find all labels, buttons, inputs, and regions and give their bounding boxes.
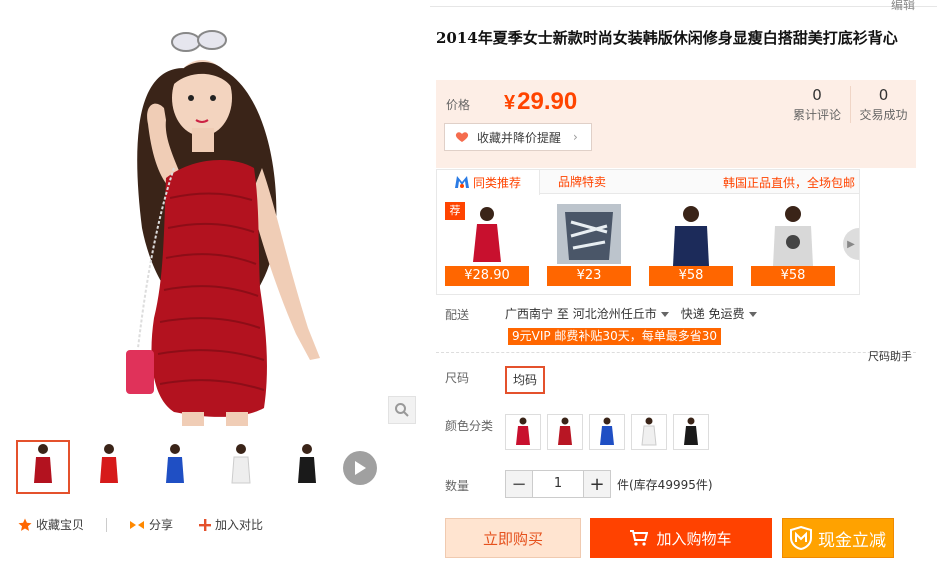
- recommend-item[interactable]: 荐 ¥28.90: [445, 202, 529, 286]
- zoom-button[interactable]: [388, 396, 416, 424]
- quantity-input[interactable]: 1: [533, 470, 583, 498]
- gallery-actions: 收藏宝贝 分享 加入对比: [18, 516, 263, 533]
- tab-brand-sale[interactable]: 品牌特卖: [540, 170, 624, 194]
- stock-info: 件(库存49995件): [617, 477, 713, 492]
- thumbnail-strip: [16, 440, 334, 494]
- share-link[interactable]: 分享: [129, 516, 173, 533]
- tab-similar[interactable]: 同类推荐: [437, 169, 541, 195]
- cart-icon: [630, 530, 649, 546]
- thumbnail-red-2[interactable]: [82, 440, 136, 494]
- delivery-label: 配送: [445, 308, 470, 322]
- mall-logo-icon: [455, 176, 469, 188]
- color-label: 颜色分类: [445, 419, 494, 433]
- caret-down-icon: [660, 312, 669, 317]
- buy-now-button[interactable]: 立即购买: [445, 518, 581, 558]
- shield-m-icon: [790, 526, 812, 550]
- favorite-item-link[interactable]: 收藏宝贝: [18, 516, 84, 533]
- thumbnail-red[interactable]: [16, 440, 70, 494]
- star-icon: [18, 518, 32, 531]
- recommend-price: ¥58: [751, 266, 835, 286]
- recommend-price: ¥23: [547, 266, 631, 286]
- product-title: 2014年夏季女士新款时尚女装韩版休闲修身显瘦白搭甜美打底衫背心: [436, 29, 898, 47]
- delivery-method[interactable]: 快递 免运费: [681, 305, 757, 322]
- chevron-right-icon: ›: [573, 130, 578, 144]
- share-label: 分享: [149, 518, 174, 532]
- separator: [106, 517, 108, 532]
- thumbnail-white[interactable]: [214, 440, 268, 494]
- delivery-route[interactable]: 广西南宁 至 河北沧州任丘市: [505, 305, 669, 322]
- compare-label: 加入对比: [215, 518, 264, 532]
- review-count[interactable]: 0 累计评论: [784, 86, 850, 123]
- recommend-badge: 荐: [445, 202, 465, 220]
- quantity-plus-button[interactable]: +: [583, 470, 611, 498]
- share-icon: [130, 520, 145, 529]
- thumbnail-black[interactable]: [280, 440, 334, 494]
- color-option[interactable]: [631, 414, 667, 450]
- recommend-item[interactable]: ¥58: [649, 202, 733, 286]
- add-to-cart-button[interactable]: 加入购物车: [590, 518, 772, 558]
- price-value: ¥29.90: [504, 88, 578, 115]
- top-divider: [430, 6, 937, 7]
- color-options: [505, 414, 709, 450]
- recommend-price: ¥58: [649, 266, 733, 286]
- stats: 0 累计评论 0 交易成功: [784, 86, 916, 123]
- sales-count[interactable]: 0 交易成功: [850, 86, 916, 123]
- size-label: 尺码: [445, 371, 470, 385]
- heart-icon: [455, 132, 469, 142]
- cash-discount-label: 现金立减: [818, 530, 886, 551]
- vip-promo-banner[interactable]: 9元VIP 邮费补贴30天，每单最多省30: [508, 328, 721, 345]
- color-option[interactable]: [589, 414, 625, 450]
- size-helper-link[interactable]: 尺码助手: [868, 348, 912, 364]
- color-option[interactable]: [673, 414, 709, 450]
- thumbnail-blue[interactable]: [148, 440, 202, 494]
- quantity-stepper: − 1 + 件(库存49995件): [505, 470, 713, 498]
- quantity-label: 数量: [445, 479, 470, 493]
- price-box: 价格 ¥29.90 0 累计评论 0 交易成功 收藏并降价提醒 ›: [436, 80, 916, 168]
- recommend-items: 荐 ¥28.90 ¥23 ¥58 ¥58: [445, 202, 835, 286]
- recommend-price: ¥28.90: [445, 266, 529, 286]
- quantity-minus-button[interactable]: −: [505, 470, 533, 498]
- add-to-cart-label: 加入购物车: [656, 529, 732, 548]
- caret-down-icon: [748, 312, 757, 317]
- play-video-button[interactable]: [343, 451, 377, 485]
- cash-discount-button[interactable]: 现金立减: [782, 518, 894, 558]
- price-label: 价格: [446, 98, 471, 112]
- recommend-panel: 同类推荐 品牌特卖 韩国正品直供，全场包邮 荐 ¥28.90 ¥23 ¥58 ¥…: [436, 169, 860, 295]
- color-option[interactable]: [547, 414, 583, 450]
- delivery-info: 广西南宁 至 河北沧州任丘市 快递 免运费: [505, 305, 757, 322]
- recommend-item[interactable]: ¥58: [751, 202, 835, 286]
- recommend-item[interactable]: ¥23: [547, 202, 631, 286]
- favorite-item-label: 收藏宝贝: [36, 518, 85, 532]
- recommend-next-arrow[interactable]: ▶: [843, 228, 859, 260]
- play-icon: [355, 461, 366, 475]
- recommend-tabs: 同类推荐 品牌特卖 韩国正品直供，全场包邮: [437, 169, 859, 195]
- section-divider: [436, 352, 916, 353]
- magnifier-icon: [395, 403, 409, 417]
- plus-icon: [199, 518, 212, 531]
- main-product-image: [14, 28, 418, 426]
- price-alert-button[interactable]: 收藏并降价提醒 ›: [444, 123, 592, 151]
- compare-link[interactable]: 加入对比: [199, 516, 263, 533]
- edit-link[interactable]: 编辑: [891, 0, 915, 13]
- price-alert-label: 收藏并降价提醒: [477, 130, 562, 145]
- color-option[interactable]: [505, 414, 541, 450]
- recommend-note: 韩国正品直供，全场包邮: [722, 176, 855, 190]
- size-option-one-size[interactable]: 均码: [505, 366, 546, 394]
